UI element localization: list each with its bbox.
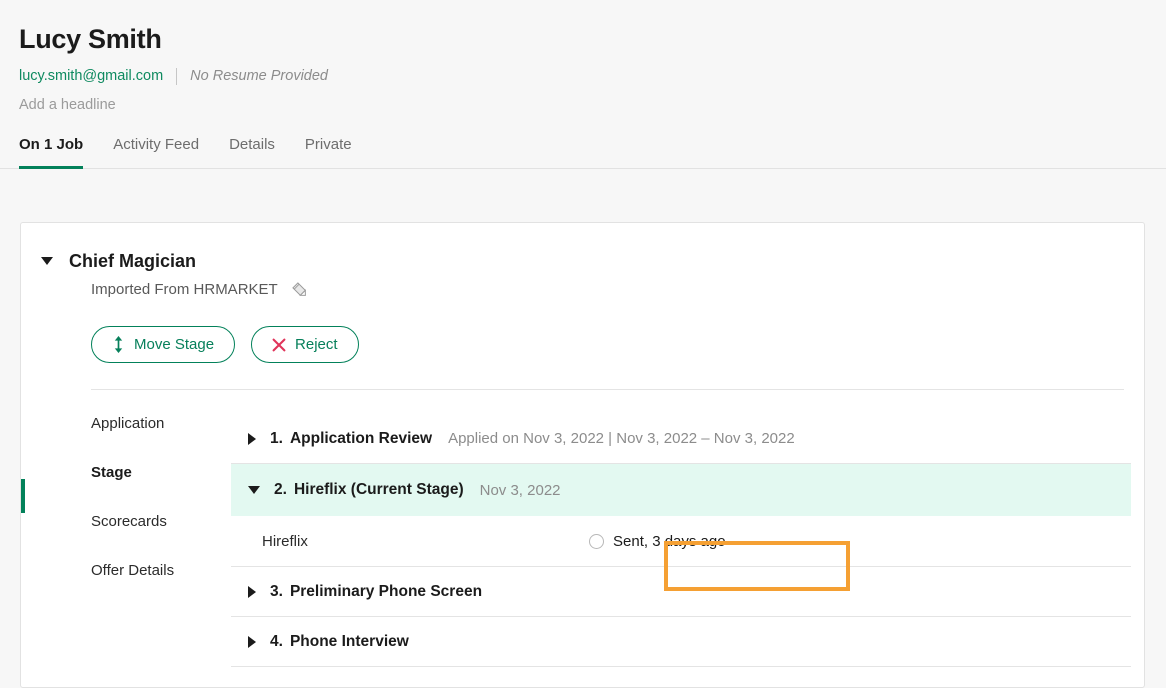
page-header: Lucy Smith lucy.smith@gmail.com No Resum… bbox=[0, 0, 1166, 169]
stage-number: 3. bbox=[270, 582, 283, 600]
tab-on-1-job[interactable]: On 1 Job bbox=[19, 135, 84, 169]
x-icon bbox=[272, 338, 286, 352]
tab-private[interactable]: Private bbox=[305, 135, 352, 169]
add-headline-link[interactable]: Add a headline bbox=[19, 95, 1166, 115]
page-title: Lucy Smith bbox=[19, 24, 162, 54]
stage-number: 4. bbox=[270, 632, 283, 650]
job-heading-row[interactable]: Chief Magician bbox=[21, 223, 1144, 273]
job-title: Chief Magician bbox=[69, 251, 197, 271]
circle-empty-icon bbox=[589, 533, 604, 549]
reject-button[interactable]: Reject bbox=[251, 326, 359, 363]
stage-number: 2. bbox=[274, 481, 287, 498]
card-body: Application Stage Scorecards Offer Detai… bbox=[21, 390, 1144, 667]
caret-down-icon[interactable] bbox=[248, 486, 260, 494]
sidebar-item-stage[interactable]: Stage bbox=[91, 463, 231, 483]
pencil-icon[interactable] bbox=[290, 280, 310, 300]
caret-down-icon[interactable] bbox=[41, 257, 53, 265]
tab-details[interactable]: Details bbox=[229, 135, 275, 169]
stage-name: Application Review bbox=[289, 429, 433, 447]
tab-activity-feed[interactable]: Activity Feed bbox=[113, 135, 199, 169]
sidebar-item-application[interactable]: Application bbox=[91, 414, 231, 434]
stage-number: 1. bbox=[270, 429, 283, 447]
stage-row-application-review[interactable]: 1. Application Review Applied on Nov 3, … bbox=[231, 414, 1131, 464]
status-text: Sent, 3 days ago bbox=[613, 532, 726, 550]
vertical-divider bbox=[176, 67, 178, 85]
candidate-email-link[interactable]: lucy.smith@gmail.com bbox=[19, 66, 163, 86]
stage-list: 1. Application Review Applied on Nov 3, … bbox=[231, 414, 1144, 667]
stage-name: Hireflix (Current Stage) bbox=[293, 481, 464, 498]
sub-row-status[interactable]: Sent, 3 days ago bbox=[589, 533, 726, 550]
stage-row-hireflix-current[interactable]: 2. Hireflix (Current Stage) Nov 3, 2022 bbox=[231, 464, 1131, 516]
job-source-label: Imported From HRMARKET bbox=[91, 281, 278, 298]
resume-status: No Resume Provided bbox=[190, 68, 328, 84]
sidebar-item-offer-details[interactable]: Offer Details bbox=[91, 561, 231, 581]
reject-label: Reject bbox=[295, 336, 338, 353]
card-side-nav: Application Stage Scorecards Offer Detai… bbox=[21, 414, 231, 667]
caret-right-icon[interactable] bbox=[248, 432, 256, 445]
stage-meta: Nov 3, 2022 bbox=[479, 481, 561, 499]
sidebar-item-scorecards[interactable]: Scorecards bbox=[91, 512, 231, 532]
job-source-row: Imported From HRMARKET bbox=[21, 279, 1144, 300]
stage-name: Phone Interview bbox=[289, 632, 409, 650]
stage-sub-row-hireflix[interactable]: Hireflix Sent, 3 days ago bbox=[231, 516, 1131, 567]
stage-name: Preliminary Phone Screen bbox=[289, 582, 483, 600]
contact-line: lucy.smith@gmail.com No Resume Provided bbox=[19, 66, 1166, 86]
updown-arrow-icon bbox=[112, 336, 125, 353]
move-stage-button[interactable]: Move Stage bbox=[91, 326, 236, 363]
caret-right-icon[interactable] bbox=[248, 635, 256, 648]
move-stage-label: Move Stage bbox=[134, 336, 215, 353]
stage-row-preliminary-phone-screen[interactable]: 3. Preliminary Phone Screen bbox=[231, 567, 1131, 617]
tab-bar: On 1 Job Activity Feed Details Private bbox=[0, 135, 1166, 169]
caret-right-icon[interactable] bbox=[248, 585, 256, 598]
sub-row-label: Hireflix bbox=[262, 532, 308, 550]
job-action-row: Move Stage Reject bbox=[21, 326, 1144, 363]
stage-meta: Applied on Nov 3, 2022 | Nov 3, 2022 – N… bbox=[448, 430, 795, 447]
stage-row-phone-interview[interactable]: 4. Phone Interview bbox=[231, 617, 1131, 667]
active-section-indicator bbox=[21, 479, 25, 513]
job-card: Chief Magician Imported From HRMARKET Mo… bbox=[20, 222, 1145, 688]
